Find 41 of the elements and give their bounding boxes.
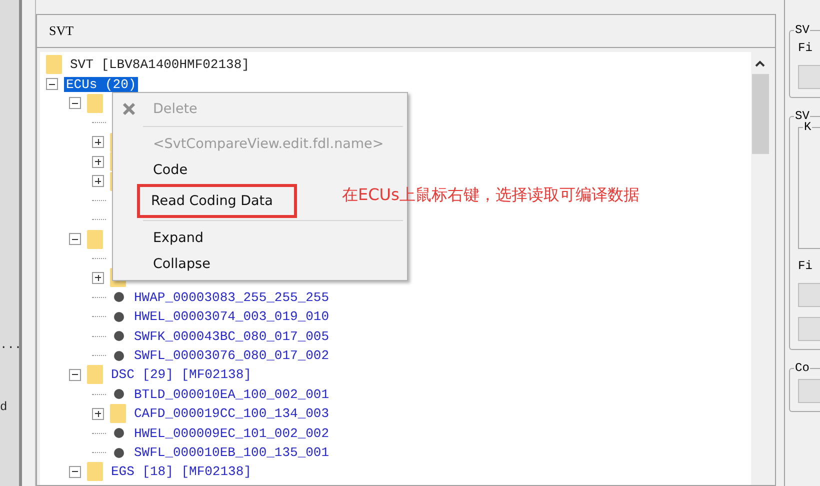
menu-item[interactable]: Read Coding Data bbox=[139, 186, 295, 216]
module-dot-icon bbox=[114, 428, 124, 438]
tree-item[interactable]: HWAP_00003083_255_255_255 bbox=[132, 290, 332, 305]
expand-toggle[interactable] bbox=[92, 136, 104, 148]
menu-item[interactable]: Collapse bbox=[113, 251, 407, 277]
collapse-toggle[interactable] bbox=[46, 78, 58, 90]
label-text: d bbox=[0, 400, 8, 414]
tree-item[interactable]: ECUs (20) bbox=[64, 76, 138, 92]
module-dot-icon bbox=[114, 448, 124, 458]
tree-item[interactable]: SVT [LBV8A1400HMF02138] bbox=[68, 57, 252, 72]
expand-toggle[interactable] bbox=[92, 175, 104, 188]
tree-item[interactable]: BTLD_000010EA_100_002_001 bbox=[132, 386, 332, 402]
menu-item[interactable]: Expand bbox=[113, 225, 407, 251]
module-dot-icon bbox=[114, 312, 124, 322]
expand-toggle[interactable] bbox=[92, 272, 104, 284]
collapse-toggle[interactable] bbox=[69, 97, 81, 110]
collapse-toggle[interactable] bbox=[69, 233, 81, 246]
tree-item[interactable]: HWEL_00003074_003_019_010 bbox=[132, 309, 332, 324]
tree-item[interactable]: SWFK_000043BC_080_017_005 bbox=[132, 328, 332, 344]
tree-item[interactable]: SWFL_00003076_080_017_002 bbox=[132, 348, 332, 364]
panel-title: SVT bbox=[37, 15, 775, 48]
collapse-toggle[interactable] bbox=[69, 466, 81, 478]
field-label: Fi bbox=[798, 259, 814, 273]
expand-toggle[interactable] bbox=[92, 156, 104, 168]
collapse-toggle[interactable] bbox=[69, 368, 81, 381]
scroll-thumb[interactable] bbox=[752, 74, 768, 154]
tree-item[interactable]: SWFL_000010EB_100_135_001 bbox=[132, 445, 332, 460]
expand-toggle[interactable] bbox=[92, 408, 104, 420]
menu-item[interactable]: Code bbox=[113, 157, 407, 183]
field-label: Fi bbox=[798, 41, 814, 55]
label-text: ... bbox=[0, 338, 19, 352]
module-dot-icon bbox=[114, 292, 124, 302]
module-dot-icon bbox=[114, 389, 124, 400]
delete-icon bbox=[122, 102, 136, 116]
tree-item[interactable]: EGS [18] [MF02138] bbox=[109, 464, 254, 480]
module-dot-icon bbox=[114, 350, 124, 361]
annotation-text: 在ECUs上鼠标右键，选择读取可编译数据 bbox=[342, 185, 640, 206]
tree-item[interactable]: HWEL_000009EC_101_002_002 bbox=[132, 426, 332, 441]
module-dot-icon bbox=[114, 331, 124, 342]
tree-item[interactable]: CAFD_000019CC_100_134_003 bbox=[132, 406, 332, 422]
tree-item[interactable]: DSC [29] [MF02138] bbox=[109, 367, 254, 382]
